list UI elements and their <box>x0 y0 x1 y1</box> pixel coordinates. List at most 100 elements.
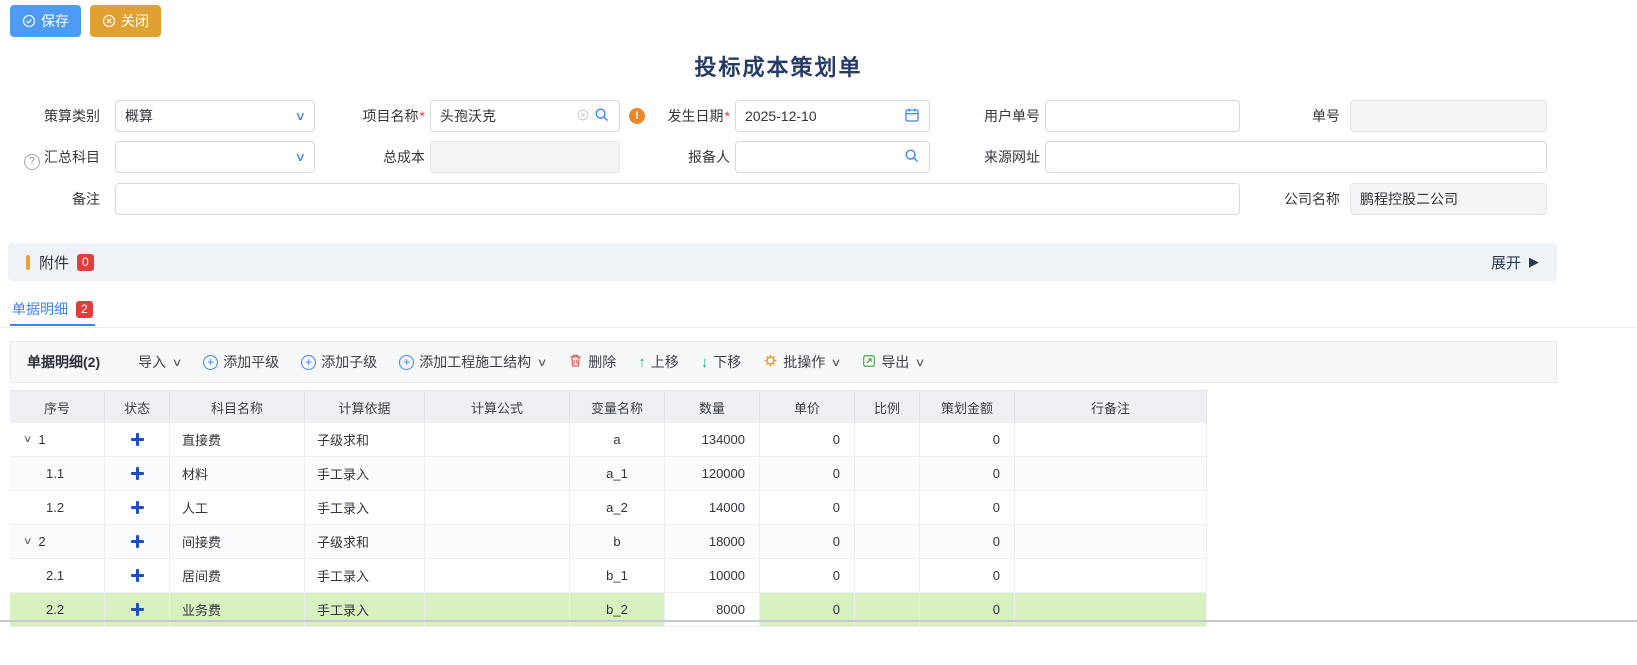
cell-unit_price[interactable]: 0 <box>760 491 855 524</box>
cell-ratio[interactable] <box>855 423 920 456</box>
plus-icon[interactable] <box>131 603 144 616</box>
cell-status[interactable] <box>105 491 170 524</box>
column-header-4: 计算公式 <box>425 391 570 423</box>
cell-ratio[interactable] <box>855 491 920 524</box>
cell-subject[interactable]: 直接费 <box>170 423 305 456</box>
table-row-1.2[interactable]: 1.2人工手工录入a_21400000 <box>10 491 1207 525</box>
source-url-input[interactable] <box>1045 141 1547 173</box>
clear-icon[interactable] <box>576 108 590 125</box>
export-button[interactable]: 导出 ∨ <box>862 352 924 372</box>
question-circle-icon[interactable]: ? <box>24 154 40 170</box>
cell-planned_amount[interactable]: 0 <box>920 525 1015 558</box>
cell-row_note[interactable] <box>1015 423 1207 456</box>
cell-planned_amount[interactable]: 0 <box>920 559 1015 592</box>
cell-ratio[interactable] <box>855 559 920 592</box>
occur-date-input[interactable]: 2025-12-10 <box>735 100 930 132</box>
horizontal-scrollbar[interactable] <box>0 620 1637 622</box>
cell-ratio[interactable] <box>855 525 920 558</box>
project-name-input[interactable]: 头孢沃克 <box>430 100 620 132</box>
user-order-no-input[interactable] <box>1045 100 1240 132</box>
cell-basis[interactable]: 手工录入 <box>305 457 425 490</box>
cell-row_note[interactable] <box>1015 525 1207 558</box>
cell-subject[interactable]: 间接费 <box>170 525 305 558</box>
chevron-down-icon[interactable]: ∨ <box>23 434 33 445</box>
cell-formula[interactable] <box>425 457 570 490</box>
cell-seq[interactable]: ∨2 <box>10 525 105 558</box>
table-row-1.1[interactable]: 1.1材料手工录入a_112000000 <box>10 457 1207 491</box>
plus-icon[interactable] <box>131 569 144 582</box>
delete-button[interactable]: 删除 <box>568 352 616 372</box>
cell-planned_amount[interactable]: 0 <box>920 457 1015 490</box>
cell-row_note[interactable] <box>1015 491 1207 524</box>
cell-status[interactable] <box>105 525 170 558</box>
cell-row_note[interactable] <box>1015 457 1207 490</box>
add-structure-button[interactable]: + 添加工程施工结构 ∨ <box>399 352 546 372</box>
cell-variable[interactable]: a <box>570 423 665 456</box>
add-sibling-button[interactable]: + 添加平级 <box>203 352 279 372</box>
cell-planned_amount[interactable]: 0 <box>920 423 1015 456</box>
table-row-2[interactable]: ∨2间接费子级求和b1800000 <box>10 525 1207 559</box>
chevron-down-icon[interactable]: ∨ <box>23 536 33 547</box>
add-structure-label: 添加工程施工结构 <box>419 352 531 372</box>
cell-seq[interactable]: 2.1 <box>10 559 105 592</box>
move-up-button[interactable]: ↑ 上移 <box>638 352 679 372</box>
cell-basis[interactable]: 手工录入 <box>305 559 425 592</box>
save-button[interactable]: 保存 <box>10 5 81 37</box>
cell-quantity[interactable]: 18000 <box>665 525 760 558</box>
search-icon[interactable] <box>904 148 920 167</box>
plan-type-select[interactable]: 概算 ∨ <box>115 100 315 132</box>
reporter-input[interactable] <box>735 141 930 173</box>
cell-planned_amount[interactable]: 0 <box>920 491 1015 524</box>
cell-row_note[interactable] <box>1015 559 1207 592</box>
cell-ratio[interactable] <box>855 457 920 490</box>
cell-basis[interactable]: 手工录入 <box>305 491 425 524</box>
plus-icon[interactable] <box>131 433 144 446</box>
tab-detail[interactable]: 单据明细 2 <box>10 294 95 326</box>
cell-seq[interactable]: ∨1 <box>10 423 105 456</box>
table-row-1[interactable]: ∨1直接费子级求和a13400000 <box>10 423 1207 457</box>
expand-button[interactable]: 展开 ▶ <box>1491 252 1539 273</box>
cell-variable[interactable]: a_2 <box>570 491 665 524</box>
cell-status[interactable] <box>105 457 170 490</box>
cell-basis[interactable]: 子级求和 <box>305 423 425 456</box>
cell-unit_price[interactable]: 0 <box>760 559 855 592</box>
calendar-icon[interactable] <box>904 107 920 126</box>
cell-quantity[interactable]: 14000 <box>665 491 760 524</box>
plus-icon[interactable] <box>131 535 144 548</box>
cell-basis[interactable]: 子级求和 <box>305 525 425 558</box>
summary-subject-select[interactable]: ∨ <box>115 141 315 173</box>
cell-formula[interactable] <box>425 423 570 456</box>
cell-unit_price[interactable]: 0 <box>760 457 855 490</box>
cell-subject[interactable]: 材料 <box>170 457 305 490</box>
cell-seq[interactable]: 1.1 <box>10 457 105 490</box>
cell-subject[interactable]: 居间费 <box>170 559 305 592</box>
plus-icon[interactable] <box>131 501 144 514</box>
cell-quantity[interactable]: 10000 <box>665 559 760 592</box>
cell-variable[interactable]: a_1 <box>570 457 665 490</box>
cell-variable[interactable]: b <box>570 525 665 558</box>
search-icon[interactable] <box>594 107 610 126</box>
cell-seq[interactable]: 1.2 <box>10 491 105 524</box>
remark-input[interactable] <box>115 183 1240 215</box>
cell-status[interactable] <box>105 559 170 592</box>
cell-subject[interactable]: 人工 <box>170 491 305 524</box>
batch-operation-button[interactable]: 批操作 ∨ <box>763 352 840 372</box>
add-child-button[interactable]: + 添加子级 <box>301 352 377 372</box>
cell-status[interactable] <box>105 423 170 456</box>
cell-formula[interactable] <box>425 559 570 592</box>
cell-unit_price[interactable]: 0 <box>760 423 855 456</box>
table-row-2.1[interactable]: 2.1居间费手工录入b_11000000 <box>10 559 1207 593</box>
cell-unit_price[interactable]: 0 <box>760 525 855 558</box>
cell-quantity[interactable]: 134000 <box>665 423 760 456</box>
import-button[interactable]: 导入 ∨ <box>138 352 181 372</box>
close-button[interactable]: 关闭 <box>90 5 161 37</box>
chevron-down-icon: ∨ <box>172 356 183 369</box>
plus-icon[interactable] <box>131 467 144 480</box>
move-down-button[interactable]: ↓ 下移 <box>701 352 742 372</box>
cell-formula[interactable] <box>425 525 570 558</box>
cell-variable[interactable]: b_1 <box>570 559 665 592</box>
occur-date-value: 2025-12-10 <box>745 108 900 124</box>
chevron-down-icon: ∨ <box>295 150 306 164</box>
cell-formula[interactable] <box>425 491 570 524</box>
cell-quantity[interactable]: 120000 <box>665 457 760 490</box>
